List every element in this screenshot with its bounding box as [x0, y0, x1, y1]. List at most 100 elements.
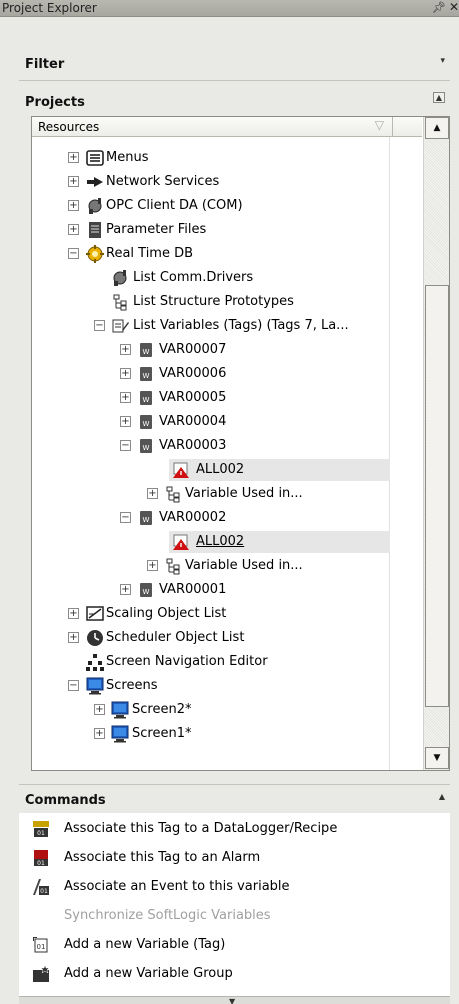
tree-item-label: VAR00007: [159, 342, 227, 357]
tree-item-var00002[interactable]: − W VAR00002: [32, 507, 390, 529]
tree-item-label: Menus: [106, 150, 149, 165]
svg-text:W: W: [143, 444, 150, 452]
tree-item-var00007[interactable]: + W VAR00007: [32, 339, 390, 361]
tree-item-alarm-all002-selected[interactable]: ALL002: [169, 531, 390, 553]
divider: [19, 80, 450, 81]
tree-item-parameter-files[interactable]: + Parameter Files: [32, 219, 390, 241]
svg-text:01: 01: [37, 943, 46, 951]
expand-icon[interactable]: +: [94, 728, 105, 739]
tree-item-label: List Comm.Drivers: [133, 270, 254, 285]
close-icon[interactable]: ✕: [449, 0, 459, 14]
command-associate-event[interactable]: 01 Associate an Event to this variable: [19, 874, 450, 900]
tree-item-var00004[interactable]: + W VAR00004: [32, 411, 390, 433]
expand-icon[interactable]: +: [68, 152, 79, 163]
tag-variable-icon: W: [140, 439, 152, 453]
plug-icon: [113, 270, 127, 286]
tree-item-list-structure-prototypes[interactable]: List Structure Prototypes: [32, 291, 390, 313]
command-label: Associate this Tag to a DataLogger/Recip…: [64, 821, 338, 836]
expand-icon[interactable]: +: [68, 176, 79, 187]
expand-icon[interactable]: +: [147, 560, 158, 571]
command-add-variable[interactable]: 01 Add a new Variable (Tag): [19, 932, 450, 958]
expand-icon[interactable]: +: [147, 488, 158, 499]
command-label: Synchronize SoftLogic Variables: [64, 908, 271, 923]
vertical-scrollbar[interactable]: ▲ ▼: [423, 117, 449, 770]
resource-tree[interactable]: Resources ▽ + Menus + Network Services +…: [31, 116, 450, 771]
tree-item-list-comm-drivers[interactable]: List Comm.Drivers: [32, 267, 390, 289]
project-explorer-panel: Project Explorer 📌︎ ✕ Filter ▾ Projects …: [0, 0, 459, 1004]
filter-section-header[interactable]: Filter ▾: [19, 52, 459, 76]
pin-icon[interactable]: 📌︎: [432, 1, 446, 14]
expand-icon[interactable]: +: [68, 200, 79, 211]
collapse-icon[interactable]: −: [68, 680, 79, 691]
command-add-variable-group[interactable]: Add a new Variable Group: [19, 961, 450, 987]
tree-item-var00006[interactable]: + W VAR00006: [32, 363, 390, 385]
tree-item-label: VAR00001: [159, 582, 227, 597]
collapse-icon[interactable]: −: [68, 248, 79, 259]
panel-title: Project Explorer: [2, 1, 97, 15]
command-label: Add a new Variable Group: [64, 966, 233, 981]
expand-icon[interactable]: +: [120, 368, 131, 379]
command-label: Associate this Tag to an Alarm: [64, 850, 261, 865]
collapse-icon[interactable]: −: [94, 320, 105, 331]
clock-icon: [87, 630, 103, 646]
structure-icon: [166, 486, 180, 503]
expand-icon[interactable]: +: [94, 704, 105, 715]
scroll-down-button[interactable]: ▼: [425, 747, 449, 769]
tree-item-variable-used-in[interactable]: + Variable Used in...: [32, 483, 390, 505]
tree-item-scaling-object-list[interactable]: + Scaling Object List: [32, 603, 390, 625]
resources-column-header[interactable]: Resources ▽: [32, 117, 393, 137]
tree-item-menus[interactable]: + Menus: [32, 147, 390, 169]
tree-item-screen2[interactable]: + Screen2*: [32, 699, 390, 721]
tree-item-screen-navigation-editor[interactable]: Screen Navigation Editor: [32, 651, 390, 673]
tree-item-label: List Structure Prototypes: [133, 294, 294, 309]
command-associate-alarm[interactable]: 01 Associate this Tag to an Alarm: [19, 845, 450, 871]
filter-label: Filter: [25, 57, 65, 72]
tree-item-alarm-all002[interactable]: ALL002: [169, 459, 390, 481]
expand-icon[interactable]: +: [68, 224, 79, 235]
expand-icon[interactable]: +: [68, 632, 79, 643]
tree-item-label: Variable Used in...: [185, 558, 303, 573]
edit-list-icon: [112, 319, 129, 333]
filter-icon[interactable]: ▽: [375, 118, 384, 132]
tree-item-real-time-db[interactable]: − Real Time DB: [32, 243, 390, 265]
resize-grip[interactable]: ▼: [19, 996, 450, 1004]
collapse-icon[interactable]: −: [120, 440, 131, 451]
structure-icon: [113, 294, 127, 311]
expand-icon[interactable]: +: [120, 392, 131, 403]
tree-item-list-variables[interactable]: − List Variables (Tags) (Tags 7, La...: [32, 315, 390, 337]
tree-item-variable-used-in[interactable]: + Variable Used in...: [32, 555, 390, 577]
tree-item-opc-client[interactable]: + OPC Client DA (COM): [32, 195, 390, 217]
monitor-icon: [111, 725, 129, 743]
tree-item-var00003[interactable]: − W VAR00003: [32, 435, 390, 457]
svg-text:W: W: [143, 396, 150, 404]
command-associate-datalogger[interactable]: 01 Associate this Tag to a DataLogger/Re…: [19, 816, 450, 842]
expand-icon[interactable]: +: [68, 608, 79, 619]
tree-item-screen1[interactable]: + Screen1*: [32, 723, 390, 745]
scroll-up-button[interactable]: ▲: [425, 117, 449, 139]
expand-icon[interactable]: +: [120, 584, 131, 595]
commands-section-header[interactable]: Commands ▲: [19, 788, 459, 812]
collapse-icon[interactable]: −: [120, 512, 131, 523]
monitor-icon: [86, 677, 104, 695]
column-header-secondary[interactable]: [393, 117, 422, 137]
alarm-tag-icon: 01: [34, 850, 48, 867]
collapse-icon[interactable]: ▲: [432, 92, 445, 103]
tree-item-network-services[interactable]: + Network Services: [32, 171, 390, 193]
tag-variable-icon: W: [140, 511, 152, 525]
expand-icon[interactable]: +: [120, 344, 131, 355]
tree-item-label: Variable Used in...: [185, 486, 303, 501]
scrollbar-thumb[interactable]: [425, 285, 449, 707]
tree-item-var00005[interactable]: + W VAR00005: [32, 387, 390, 409]
chevron-down-icon[interactable]: ▾: [440, 56, 445, 66]
expand-icon[interactable]: +: [120, 416, 131, 427]
command-label: Add a new Variable (Tag): [64, 937, 226, 952]
tree-item-label: ALL002: [196, 534, 245, 549]
projects-section-header[interactable]: Projects ▲: [19, 90, 459, 114]
collapse-icon[interactable]: ▲: [439, 792, 445, 801]
tree-item-var00001[interactable]: + W VAR00001: [32, 579, 390, 601]
tree-item-label: Screen Navigation Editor: [106, 654, 268, 669]
tree-item-screens[interactable]: − Screens: [32, 675, 390, 697]
tree-item-label: Real Time DB: [106, 246, 194, 261]
tree-item-scheduler-object-list[interactable]: + Scheduler Object List: [32, 627, 390, 649]
tree-item-label: Parameter Files: [106, 222, 207, 237]
